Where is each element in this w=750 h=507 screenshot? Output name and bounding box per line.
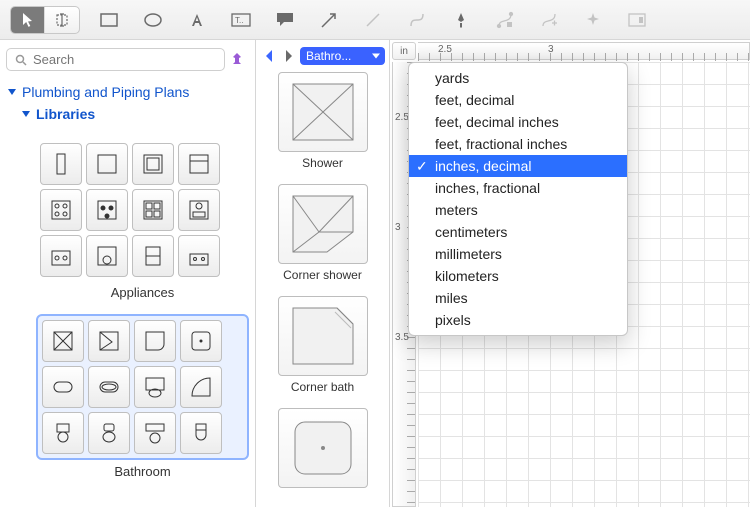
ruler-label: 2.5 (438, 44, 452, 55)
unit-option-inches-fractional[interactable]: inches, fractional (409, 177, 627, 199)
shape-thumb[interactable] (132, 143, 174, 185)
search-icon (15, 54, 27, 66)
unit-option-meters[interactable]: meters (409, 199, 627, 221)
unit-option-yards[interactable]: yards (409, 67, 627, 89)
section-heading[interactable]: Plumbing and Piping Plans (6, 81, 249, 103)
library-group-bathroom[interactable]: Bathroom (36, 314, 249, 479)
section-label: Plumbing and Piping Plans (22, 84, 189, 100)
stencil-shape[interactable] (270, 408, 375, 488)
sparkle-tool[interactable] (576, 7, 610, 33)
bathroom-grid (36, 314, 249, 460)
unit-option-centimeters[interactable]: centimeters (409, 221, 627, 243)
library-select-label: Bathro... (306, 49, 351, 63)
text-box-tool[interactable]: T.. (224, 7, 258, 33)
drawing-canvas[interactable]: in 2.5 3 2.5 3 3.5 yards feet, decimal f… (390, 40, 750, 507)
stencil-corner-shower[interactable]: Corner shower (270, 184, 375, 282)
shape-thumb[interactable] (134, 412, 176, 454)
search-input[interactable] (33, 52, 216, 67)
svg-text:T..: T.. (235, 16, 243, 25)
shape-thumb[interactable] (180, 366, 222, 408)
shape-thumb[interactable] (42, 366, 84, 408)
shape-thumb[interactable] (40, 235, 82, 277)
ellipse-tool[interactable] (136, 7, 170, 33)
libraries-node[interactable]: Libraries (20, 103, 249, 125)
library-select[interactable]: Bathro... (300, 47, 385, 65)
arrow-tool[interactable] (312, 7, 346, 33)
shape-thumb[interactable] (40, 143, 82, 185)
shape-thumb[interactable] (180, 320, 222, 362)
library-group-label: Appliances (36, 285, 249, 300)
stencil-shower[interactable]: Shower (270, 72, 375, 170)
stencil-corner-bath[interactable]: Corner bath (270, 296, 375, 394)
unit-selector[interactable]: in (392, 42, 416, 60)
curve-tool[interactable] (400, 7, 434, 33)
unit-option-millimeters[interactable]: millimeters (409, 243, 627, 265)
back-button[interactable] (260, 46, 278, 66)
ruler-label: 3 (395, 222, 401, 233)
shape-thumb[interactable] (134, 320, 176, 362)
rectangle-tool[interactable] (92, 7, 126, 33)
shape-thumb[interactable] (40, 189, 82, 231)
shape-thumb[interactable] (42, 320, 84, 362)
shape-tool-group: T.. (92, 7, 654, 33)
unit-option-inches-decimal[interactable]: inches, decimal (409, 155, 627, 177)
shape-thumb[interactable] (178, 189, 220, 231)
library-group-label: Bathroom (36, 464, 249, 479)
stencil-panel: Bathro... Shower Corner shower Corner ba… (256, 40, 390, 507)
library-sidebar: Plumbing and Piping Plans Libraries Appl… (0, 40, 256, 507)
shape-thumb[interactable] (178, 143, 220, 185)
unit-option-feet-fractional-inches[interactable]: feet, fractional inches (409, 133, 627, 155)
callout-tool[interactable] (268, 7, 302, 33)
pen-tool[interactable] (444, 7, 478, 33)
pointer-tool[interactable] (11, 7, 45, 33)
shape-thumb[interactable] (88, 412, 130, 454)
units-dropdown: yards feet, decimal feet, decimal inches… (408, 62, 628, 336)
shape-thumb[interactable] (42, 412, 84, 454)
ruler-label: 3 (548, 44, 554, 55)
ruler-label: 3.5 (395, 332, 409, 343)
library-group-appliances[interactable]: Appliances (36, 139, 249, 300)
shape-thumb[interactable] (132, 189, 174, 231)
libraries-label: Libraries (36, 106, 95, 122)
edit-point-tool[interactable] (488, 7, 522, 33)
unit-option-feet-decimal[interactable]: feet, decimal (409, 89, 627, 111)
search-field[interactable] (6, 48, 225, 71)
stencil-label: Shower (302, 156, 343, 170)
unit-option-miles[interactable]: miles (409, 287, 627, 309)
shape-thumb[interactable] (132, 235, 174, 277)
selection-tool-group (10, 6, 80, 34)
pin-icon[interactable] (229, 52, 249, 68)
ruler-label: 2.5 (395, 112, 409, 123)
line-tool[interactable] (356, 7, 390, 33)
shape-thumb[interactable] (180, 412, 222, 454)
stencil-label: Corner bath (291, 380, 354, 394)
shape-thumb[interactable] (86, 189, 128, 231)
forward-button[interactable] (280, 46, 298, 66)
appliance-grid (36, 139, 249, 281)
shape-thumb[interactable] (88, 320, 130, 362)
shape-thumb[interactable] (134, 366, 176, 408)
shape-thumb[interactable] (178, 235, 220, 277)
unit-option-pixels[interactable]: pixels (409, 309, 627, 331)
horizontal-ruler[interactable]: 2.5 3 (418, 42, 750, 60)
unit-option-feet-decimal-inches[interactable]: feet, decimal inches (409, 111, 627, 133)
shape-thumb[interactable] (88, 366, 130, 408)
unit-option-kilometers[interactable]: kilometers (409, 265, 627, 287)
main-toolbar: T.. (0, 0, 750, 40)
add-point-tool[interactable] (532, 7, 566, 33)
text-cursor-tool[interactable] (45, 7, 79, 33)
properties-tool[interactable] (620, 7, 654, 33)
stencil-label: Corner shower (283, 268, 362, 282)
shape-thumb[interactable] (86, 235, 128, 277)
shape-thumb[interactable] (86, 143, 128, 185)
text-tool[interactable] (180, 7, 214, 33)
